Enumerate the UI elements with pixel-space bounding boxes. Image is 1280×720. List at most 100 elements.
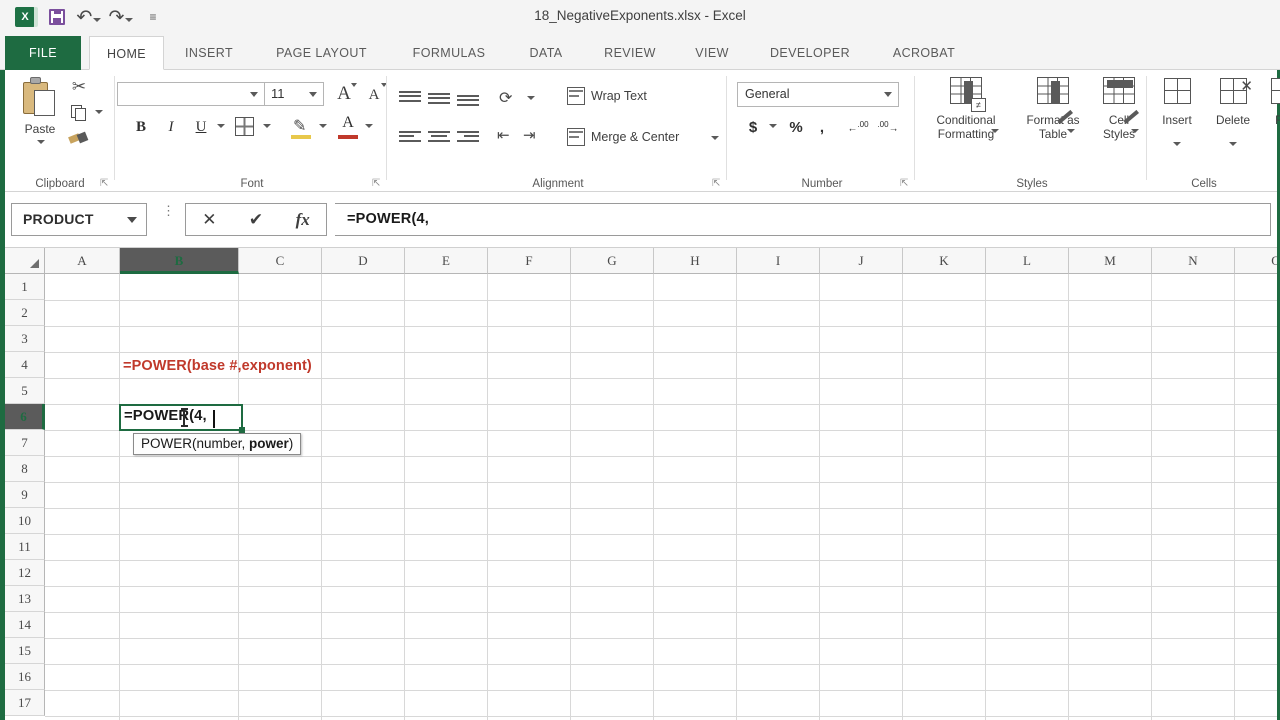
row-header-15[interactable]: 15 bbox=[5, 638, 45, 664]
column-header-B[interactable]: B bbox=[120, 248, 239, 274]
increase-font-size-button[interactable]: A bbox=[331, 81, 357, 107]
borders-dropdown-caret-icon[interactable] bbox=[263, 124, 271, 128]
row-header-8[interactable]: 8 bbox=[5, 456, 45, 482]
format-painter-icon[interactable] bbox=[67, 128, 91, 150]
tab-data[interactable]: DATA bbox=[512, 36, 580, 70]
column-header-C[interactable]: C bbox=[239, 248, 322, 274]
align-bottom-icon[interactable] bbox=[457, 90, 479, 110]
delete-cells-caret-icon[interactable] bbox=[1229, 142, 1237, 146]
align-left-icon[interactable] bbox=[399, 126, 421, 146]
tab-insert[interactable]: INSERT bbox=[172, 36, 246, 70]
row-header-10[interactable]: 10 bbox=[5, 508, 45, 534]
paste-button[interactable] bbox=[21, 76, 59, 120]
row-header-13[interactable]: 13 bbox=[5, 586, 45, 612]
underline-button[interactable]: U bbox=[189, 114, 213, 140]
tab-review[interactable]: REVIEW bbox=[588, 36, 672, 70]
font-name-input[interactable] bbox=[117, 82, 265, 106]
tab-formulas[interactable]: FORMULAS bbox=[394, 36, 504, 70]
currency-button[interactable]: $ bbox=[743, 114, 763, 140]
cell-styles-button[interactable]: Cell Styles bbox=[1089, 76, 1149, 141]
insert-function-icon[interactable]: fx bbox=[279, 204, 326, 235]
tab-page-layout[interactable]: PAGE LAYOUT bbox=[254, 36, 389, 70]
font-dialog-launcher[interactable]: ⇱ bbox=[372, 178, 383, 189]
alignment-dialog-launcher[interactable]: ⇱ bbox=[712, 178, 723, 189]
increase-indent-icon[interactable]: ⇥ bbox=[523, 126, 545, 146]
number-format-caret-icon[interactable] bbox=[884, 92, 892, 97]
orientation-dropdown-caret-icon[interactable] bbox=[527, 96, 535, 100]
font-color-dropdown-caret-icon[interactable] bbox=[365, 124, 373, 128]
font-size-caret-icon[interactable] bbox=[309, 92, 317, 97]
font-size-input[interactable]: 11 bbox=[264, 82, 324, 106]
column-header-J[interactable]: J bbox=[820, 248, 903, 274]
font-name-caret-icon[interactable] bbox=[250, 92, 258, 97]
number-dialog-launcher[interactable]: ⇱ bbox=[900, 178, 911, 189]
tab-home[interactable]: HOME bbox=[89, 36, 164, 70]
insert-cells-button[interactable]: Insert bbox=[1149, 76, 1205, 127]
conditional-formatting-caret-icon[interactable] bbox=[991, 129, 999, 133]
copy-icon[interactable] bbox=[67, 102, 91, 124]
row-header-17[interactable]: 17 bbox=[5, 690, 45, 716]
insert-cells-caret-icon[interactable] bbox=[1173, 142, 1181, 146]
format-as-table-caret-icon[interactable] bbox=[1067, 129, 1075, 133]
column-header-K[interactable]: K bbox=[903, 248, 986, 274]
font-color-icon[interactable]: A bbox=[338, 114, 358, 132]
increase-decimal-button[interactable]: ←.00 bbox=[843, 114, 873, 140]
tab-developer[interactable]: DEVELOPER bbox=[752, 36, 868, 70]
name-box-caret-icon[interactable] bbox=[127, 217, 137, 223]
column-header-H[interactable]: H bbox=[654, 248, 737, 274]
tab-file[interactable]: FILE bbox=[5, 36, 81, 70]
column-header-D[interactable]: D bbox=[322, 248, 405, 274]
wrap-text-icon[interactable] bbox=[567, 87, 585, 105]
row-header-3[interactable]: 3 bbox=[5, 326, 45, 352]
formula-bar-expand-handle[interactable]: ⋮ bbox=[162, 204, 175, 232]
column-header-F[interactable]: F bbox=[488, 248, 571, 274]
wrap-text-label[interactable]: Wrap Text bbox=[591, 89, 647, 103]
fill-color-dropdown-caret-icon[interactable] bbox=[319, 124, 327, 128]
cut-icon[interactable]: ✂ bbox=[67, 76, 91, 98]
row-header-11[interactable]: 11 bbox=[5, 534, 45, 560]
align-right-icon[interactable] bbox=[457, 126, 479, 146]
merge-center-dropdown-caret-icon[interactable] bbox=[711, 136, 719, 140]
formula-input[interactable]: =POWER(4, bbox=[335, 203, 1271, 236]
row-header-7[interactable]: 7 bbox=[5, 430, 45, 456]
cancel-formula-icon[interactable]: ✕ bbox=[186, 204, 233, 235]
column-header-E[interactable]: E bbox=[405, 248, 488, 274]
delete-cells-button[interactable]: ✕ Delete bbox=[1205, 76, 1261, 127]
fill-color-icon[interactable]: ✎ bbox=[293, 116, 313, 136]
align-top-icon[interactable] bbox=[399, 86, 421, 106]
select-all-button[interactable] bbox=[5, 248, 45, 274]
number-format-select[interactable]: General bbox=[737, 82, 899, 107]
decrease-indent-icon[interactable]: ⇤ bbox=[497, 126, 519, 146]
comma-button[interactable]: , bbox=[813, 114, 831, 140]
bold-button[interactable]: B bbox=[129, 114, 153, 140]
tab-acrobat[interactable]: ACROBAT bbox=[874, 36, 974, 70]
merge-center-icon[interactable] bbox=[567, 128, 585, 146]
row-header-12[interactable]: 12 bbox=[5, 560, 45, 586]
column-header-M[interactable]: M bbox=[1069, 248, 1152, 274]
borders-icon[interactable] bbox=[235, 117, 254, 136]
clipboard-dialog-launcher[interactable]: ⇱ bbox=[100, 178, 111, 189]
copy-dropdown-caret-icon[interactable] bbox=[95, 110, 103, 114]
format-as-table-button[interactable]: Format as Table bbox=[1013, 76, 1093, 141]
row-header-4[interactable]: 4 bbox=[5, 352, 45, 378]
paste-dropdown-caret-icon[interactable] bbox=[37, 140, 45, 144]
currency-dropdown-caret-icon[interactable] bbox=[769, 124, 777, 128]
decrease-decimal-button[interactable]: .00→ bbox=[873, 114, 903, 140]
orientation-icon[interactable]: ⟳ bbox=[499, 88, 523, 108]
row-header-1[interactable]: 1 bbox=[5, 274, 45, 300]
enter-formula-icon[interactable]: ✔ bbox=[233, 204, 280, 235]
tab-view[interactable]: VIEW bbox=[678, 36, 746, 70]
name-box[interactable]: PRODUCT bbox=[11, 203, 147, 236]
underline-dropdown-caret-icon[interactable] bbox=[217, 124, 225, 128]
row-header-9[interactable]: 9 bbox=[5, 482, 45, 508]
column-header-L[interactable]: L bbox=[986, 248, 1069, 274]
row-header-6[interactable]: 6 bbox=[5, 404, 45, 430]
row-header-2[interactable]: 2 bbox=[5, 300, 45, 326]
align-middle-icon[interactable] bbox=[428, 88, 450, 108]
row-header-14[interactable]: 14 bbox=[5, 612, 45, 638]
merge-center-label[interactable]: Merge & Center bbox=[591, 130, 679, 144]
format-cells-button[interactable]: For bbox=[1261, 76, 1280, 127]
column-header-N[interactable]: N bbox=[1152, 248, 1235, 274]
align-center-icon[interactable] bbox=[428, 126, 450, 146]
cell-B6-edit-box[interactable]: =POWER(4, bbox=[119, 404, 245, 433]
